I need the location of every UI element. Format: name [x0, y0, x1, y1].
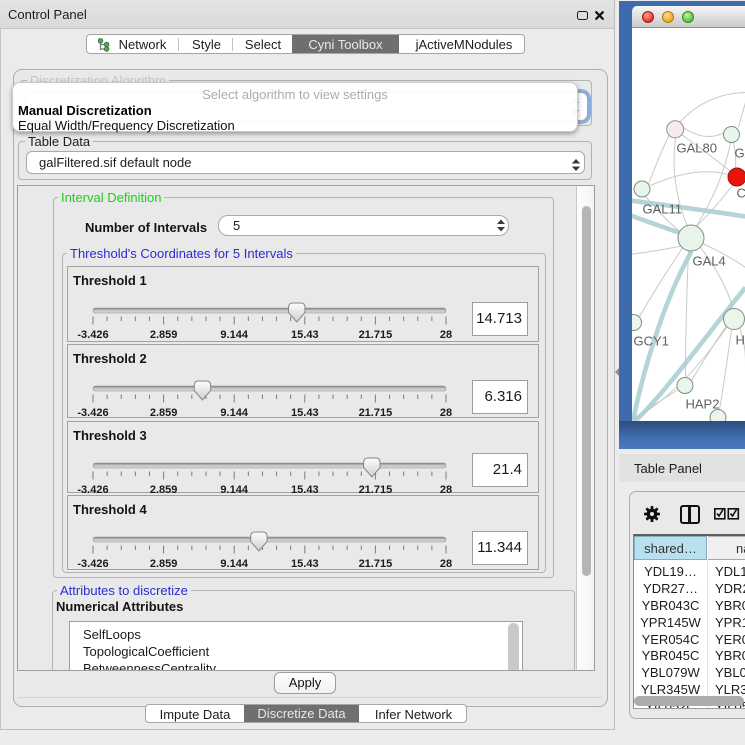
svg-text:15.43: 15.43 — [291, 407, 319, 419]
svg-text:CD: CD — [736, 185, 745, 200]
svg-text:2.859: 2.859 — [150, 407, 178, 419]
svg-text:15.43: 15.43 — [291, 558, 319, 570]
svg-text:GAL11: GAL11 — [642, 201, 682, 216]
svg-text:9.144: 9.144 — [220, 329, 248, 341]
svg-text:2.859: 2.859 — [150, 329, 178, 341]
svg-text:GA: GA — [734, 145, 745, 160]
svg-text:HAP2: HAP2 — [685, 396, 719, 411]
svg-text:2.859: 2.859 — [150, 558, 178, 570]
svg-text:GAL4: GAL4 — [692, 253, 725, 268]
svg-text:-3.426: -3.426 — [77, 558, 108, 570]
svg-text:GCY1: GCY1 — [633, 333, 668, 348]
svg-text:GAL80: GAL80 — [676, 140, 716, 155]
svg-text:-3.426: -3.426 — [77, 407, 108, 419]
svg-text:HA: HA — [735, 332, 745, 347]
svg-text:15.43: 15.43 — [291, 329, 319, 341]
svg-text:28: 28 — [440, 407, 452, 419]
svg-text:21.715: 21.715 — [359, 407, 393, 419]
svg-text:28: 28 — [440, 558, 452, 570]
svg-text:9.144: 9.144 — [220, 407, 248, 419]
svg-text:28: 28 — [440, 329, 452, 341]
svg-text:9.144: 9.144 — [220, 558, 248, 570]
svg-text:21.715: 21.715 — [359, 558, 393, 570]
svg-text:-3.426: -3.426 — [77, 329, 108, 341]
svg-text:21.715: 21.715 — [359, 329, 393, 341]
